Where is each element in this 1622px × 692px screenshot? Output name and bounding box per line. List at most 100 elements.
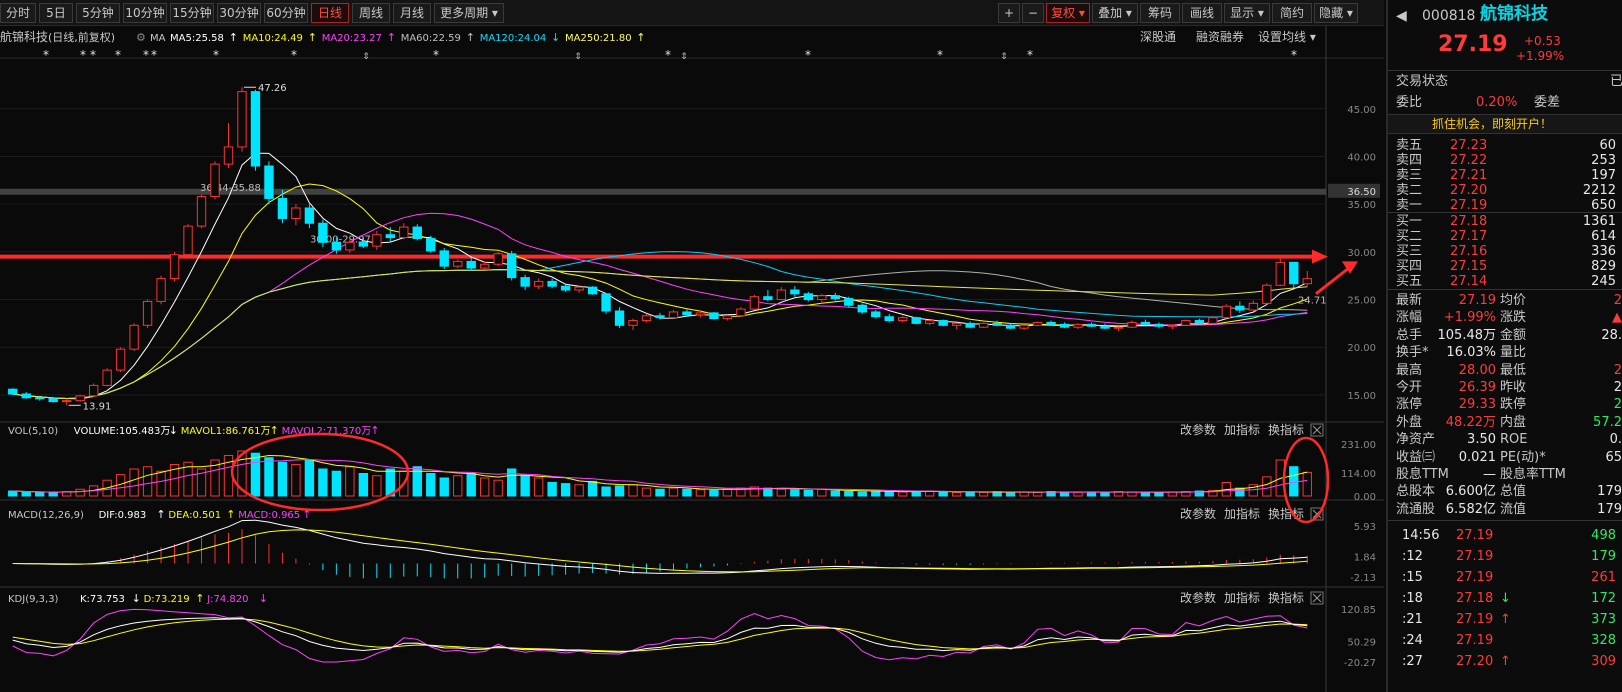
candle-44 (601, 292, 611, 314)
candle-body-65 (884, 316, 894, 322)
period-button-6[interactable]: 60分钟 (264, 3, 308, 23)
period-button-0[interactable]: 分时 (0, 3, 36, 23)
candle-body-88 (1194, 320, 1205, 324)
trend-arrow-shaft (1315, 265, 1351, 296)
price-tick-1: 40.00 (1347, 152, 1376, 163)
macd-tick-0: 5.93 (1354, 522, 1376, 533)
ask-price-1: 27.22 (1450, 153, 1488, 168)
header-link-1[interactable]: 融资融券 (1196, 29, 1244, 44)
stat-value-b-2: 28. (1601, 327, 1622, 343)
candle-body-60 (817, 295, 827, 301)
candle-62 (844, 296, 854, 308)
tool-button-3[interactable]: 叠加 ▾ (1092, 3, 1138, 23)
vol-link-1[interactable]: 加指标 (1224, 422, 1260, 437)
tick-vol-3: 172 (1591, 591, 1616, 606)
period-button-4[interactable]: 15分钟 (170, 3, 214, 23)
stat-label-a-3: 换手* (1396, 345, 1429, 361)
ma-label-4: MA120:24.04 (480, 33, 547, 44)
kdj-link-0[interactable]: 改参数 (1180, 590, 1216, 605)
macd-link-1[interactable]: 加指标 (1224, 506, 1260, 521)
weicha-label: 委差 (1534, 95, 1561, 110)
candle-65 (884, 313, 894, 323)
vol-link-2[interactable]: 换指标 (1268, 422, 1304, 437)
period-button-7[interactable]: 日线 (311, 3, 349, 23)
candle-83 (1127, 320, 1137, 329)
ask-row-4: 卖一 27.19 650 (1388, 198, 1622, 213)
ask-vol-2: 197 (1591, 168, 1616, 183)
candle-18 (250, 89, 261, 171)
ask-price-3: 27.20 (1450, 183, 1488, 198)
banner-text[interactable]: 抓住机会，即刻开户！ (1432, 115, 1552, 133)
back-arrow-icon[interactable]: ◀ (1396, 8, 1407, 25)
kdj-arrow-2: ↑ (195, 592, 204, 605)
kdj-link-1[interactable]: 加指标 (1224, 590, 1260, 605)
tool-button-4[interactable]: 筹码 (1140, 3, 1180, 23)
macd-label-1: DIF:0.983 (99, 510, 147, 521)
kdj-tick-1: 50.29 (1347, 638, 1376, 649)
tool-button-1[interactable]: − (1022, 3, 1044, 23)
period-button-10[interactable]: 更多周期 ▾ (434, 3, 504, 23)
candle-body-16 (223, 146, 234, 165)
candle-70 (951, 322, 962, 330)
candle-body-39 (533, 280, 544, 287)
tool-button-6[interactable]: 显示 ▾ (1224, 3, 1270, 23)
tool-button-0[interactable]: + (998, 3, 1020, 23)
vol-link-0[interactable]: 改参数 (1180, 422, 1216, 437)
open-account-banner[interactable]: 抓住机会，即刻开户！ (1388, 114, 1622, 134)
ma-label-2: MA20:23.27 (322, 33, 382, 44)
period-button-3[interactable]: 10分钟 (123, 3, 167, 23)
candle-body-70 (951, 322, 962, 326)
candle-20 (277, 189, 288, 224)
candle-74 (1005, 323, 1016, 330)
vol-bar-63 (857, 491, 867, 497)
macd-link-0[interactable]: 改参数 (1180, 506, 1216, 521)
candle-9 (129, 323, 139, 352)
ma-label-3: MA60:22.59 (401, 33, 461, 44)
bid-price-2: 27.16 (1450, 244, 1488, 259)
tool-button-2[interactable]: 复权 ▾ (1046, 3, 1090, 23)
period-button-5[interactable]: 30分钟 (217, 3, 261, 23)
header-link-2[interactable]: 设置均线 ▾ (1258, 30, 1316, 44)
bid-price-4: 27.14 (1450, 274, 1488, 289)
vol-bar-36 (493, 479, 503, 497)
tool-button-5[interactable]: 画线 (1182, 3, 1222, 23)
vol-bar-48 (655, 488, 665, 497)
kdj-k-line (12, 617, 1308, 653)
candle-87 (1181, 319, 1191, 327)
candle-46 (628, 318, 638, 331)
candle-body-46 (628, 320, 638, 326)
candle-body-85 (1154, 323, 1164, 327)
candle-body-53 (722, 315, 733, 320)
ask-label-1: 卖四 (1396, 153, 1423, 168)
stat-value-a-5: 26.39 (1458, 380, 1496, 395)
candle-body-40 (547, 280, 557, 287)
stat-label-b-0: 均价 (1500, 293, 1527, 308)
candle-34 (466, 257, 476, 271)
price-tick-6: 15.00 (1347, 391, 1376, 402)
candle-72 (978, 322, 989, 329)
period-button-9[interactable]: 月线 (393, 3, 431, 23)
tick-time-5: :24 (1402, 633, 1423, 648)
period-button-2[interactable]: 5分钟 (76, 3, 120, 23)
period-button-1[interactable]: 5日 (39, 3, 73, 23)
candle-body-11 (156, 278, 166, 302)
tick-vol-5: 328 (1591, 633, 1616, 648)
vol-tick-1: 114.00 (1341, 469, 1376, 480)
period-button-8[interactable]: 周线 (352, 3, 390, 23)
tool-button-7[interactable]: 简约 (1272, 3, 1312, 23)
stat-label-a-0: 最新 (1396, 293, 1423, 308)
ask-row-1: 卖四 27.22 253 (1388, 153, 1622, 168)
kdj-link-2[interactable]: 换指标 (1268, 590, 1304, 605)
header-link-0[interactable]: 深股通 (1140, 30, 1176, 44)
vol-bar-38 (520, 475, 530, 497)
vol-bar-64 (871, 490, 881, 497)
candle-56 (763, 290, 773, 302)
tool-button-8[interactable]: 隐藏 ▾ (1314, 3, 1358, 23)
candle-body-52 (709, 312, 719, 320)
vol-bar-66 (898, 491, 908, 497)
candle-body-34 (466, 260, 476, 269)
tick-price-0: 27.19 (1456, 528, 1494, 543)
stat-row-8: 净资产 3.50 ROE 0. (1388, 431, 1622, 448)
vol-bar-46 (628, 484, 638, 497)
stat-value-a-0: 27.19 (1458, 293, 1496, 308)
